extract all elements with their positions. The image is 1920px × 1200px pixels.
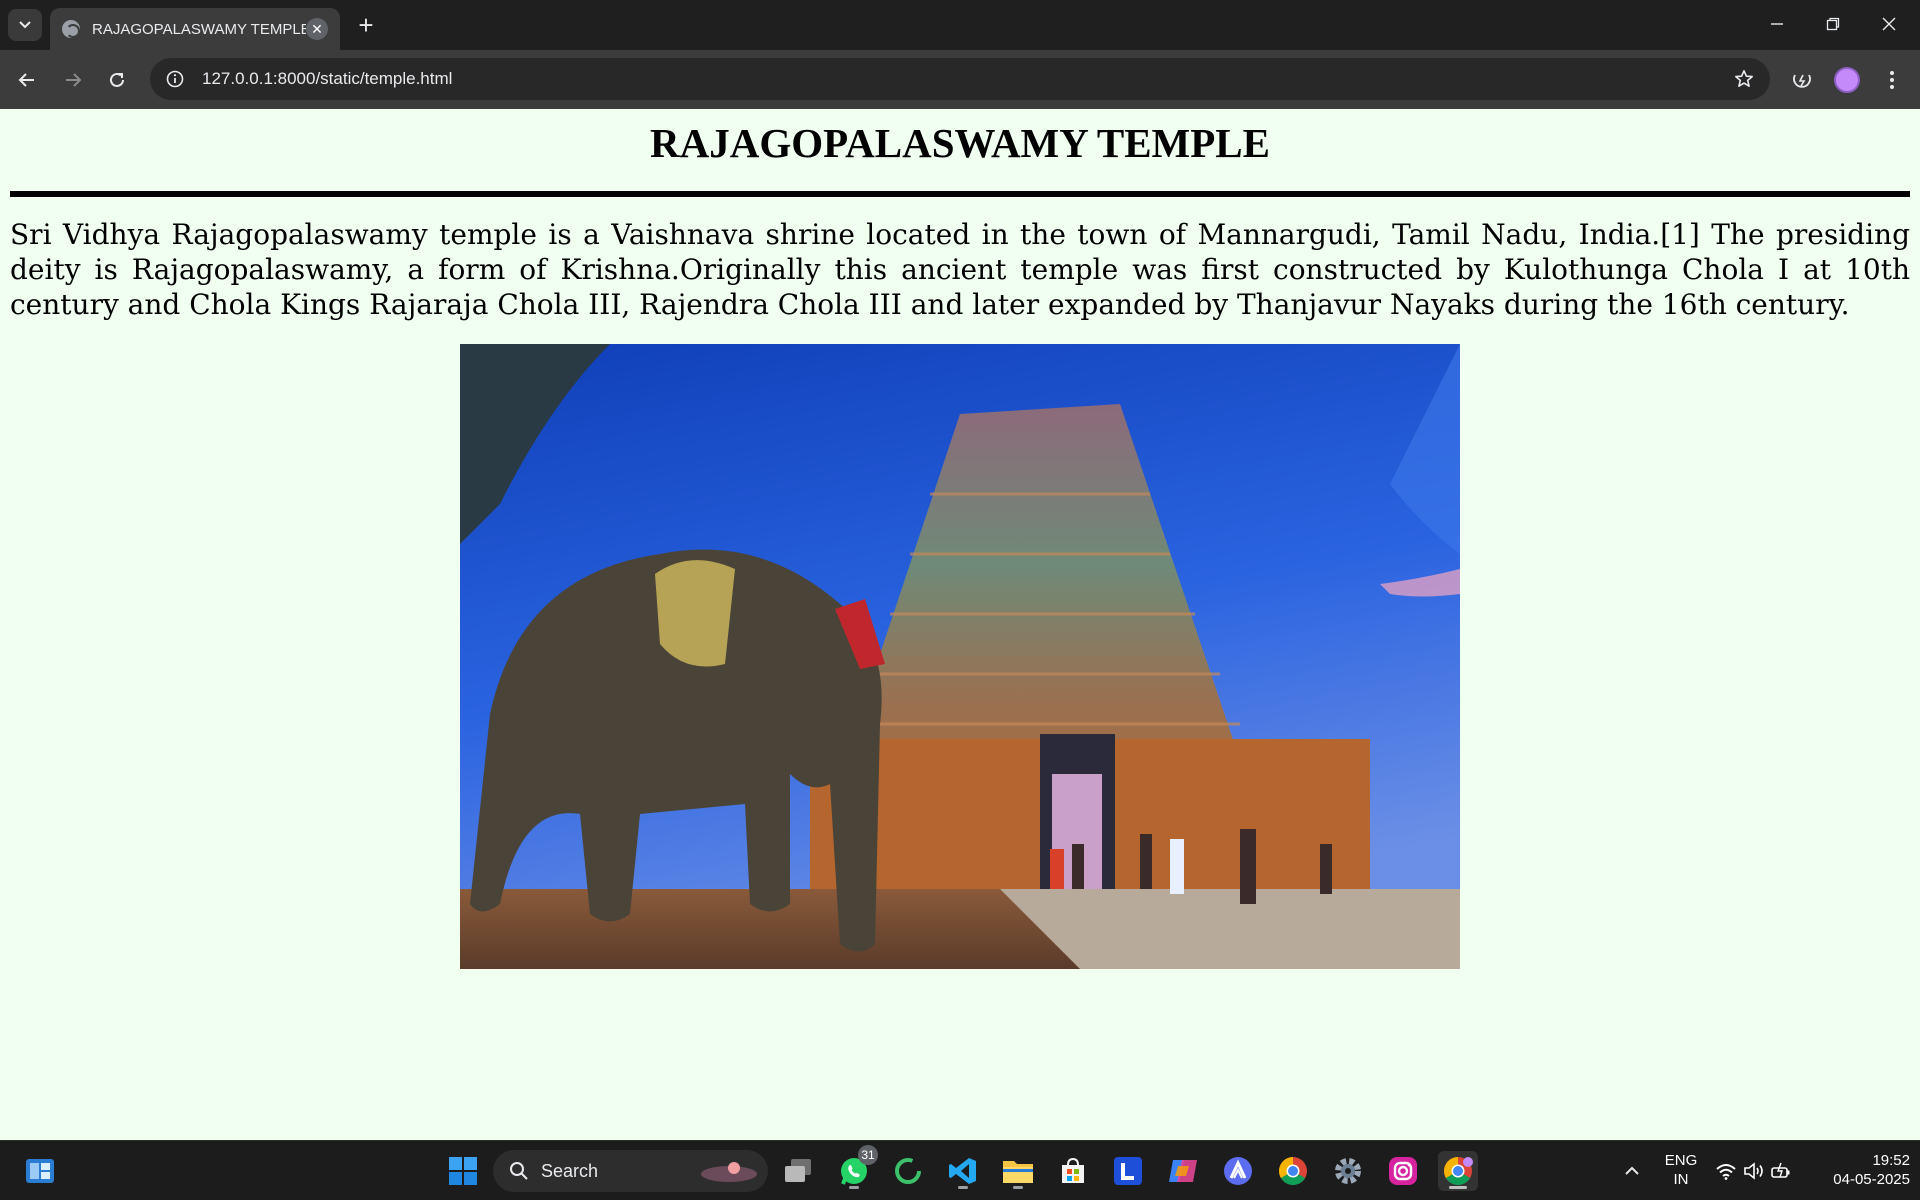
show-hidden-icons-button[interactable]	[1612, 1151, 1652, 1191]
avatar	[1834, 67, 1860, 93]
volume-icon	[1744, 1162, 1763, 1180]
page-viewport: RAJAGOPALASWAMY TEMPLE Sri Vidhya Rajago…	[0, 109, 1920, 1140]
running-indicator	[1013, 1186, 1023, 1189]
chrome-button[interactable]	[1273, 1151, 1313, 1191]
arrow-left-icon	[18, 73, 34, 87]
bookmark-button[interactable]	[1726, 61, 1762, 97]
restore-icon	[1826, 17, 1840, 31]
chevron-down-icon	[19, 21, 31, 29]
minimize-icon	[1771, 23, 1783, 25]
browser-tab-active[interactable]: RAJAGOPALASWAMY TEMPLE ✕	[50, 8, 340, 50]
loop-icon	[895, 1158, 921, 1184]
triangle-app-icon	[1224, 1157, 1252, 1185]
globe-icon	[62, 20, 80, 38]
language-indicator[interactable]: ENG IN	[1656, 1151, 1706, 1189]
vscode-button[interactable]	[943, 1151, 983, 1191]
close-icon	[1882, 17, 1896, 31]
copilot-button[interactable]	[1163, 1151, 1203, 1191]
profile-button[interactable]	[1829, 62, 1865, 98]
task-view-button[interactable]	[778, 1151, 818, 1191]
close-tab-button[interactable]: ✕	[306, 18, 328, 40]
address-bar[interactable]: 127.0.0.1:8000/static/temple.html	[150, 58, 1770, 100]
browser-menu-button[interactable]	[1874, 62, 1910, 98]
taskbar-search[interactable]: Search	[493, 1150, 768, 1192]
letter-l-icon	[1114, 1157, 1142, 1185]
browser-toolbar: 127.0.0.1:8000/static/temple.html	[0, 50, 1920, 109]
app-l-button[interactable]	[1108, 1151, 1148, 1191]
performance-button[interactable]	[1784, 62, 1820, 98]
chrome-icon	[1279, 1157, 1307, 1185]
restore-button[interactable]	[1805, 0, 1861, 48]
widgets-icon	[26, 1159, 54, 1183]
clock-time: 19:52	[1872, 1152, 1910, 1169]
url-text[interactable]: 127.0.0.1:8000/static/temple.html	[202, 69, 1726, 89]
task-view-icon	[785, 1159, 811, 1182]
region-code: IN	[1673, 1171, 1689, 1188]
settings-button[interactable]	[1328, 1151, 1368, 1191]
browser-tab-strip: RAJAGOPALASWAMY TEMPLE ✕ +	[0, 0, 1920, 50]
store-button[interactable]	[1053, 1151, 1093, 1191]
info-icon	[166, 70, 184, 88]
intro-paragraph: Sri Vidhya Rajagopalaswamy temple is a V…	[10, 218, 1910, 321]
battery-icon	[1771, 1162, 1790, 1178]
chevron-up-icon	[1625, 1166, 1639, 1175]
wifi-icon	[1716, 1164, 1736, 1180]
tab-search-button[interactable]	[8, 9, 42, 41]
chrome-icon	[1444, 1157, 1473, 1185]
windows-icon	[449, 1157, 477, 1185]
reload-button[interactable]	[99, 62, 135, 98]
temple-photo	[460, 344, 1460, 969]
speedometer-icon	[1793, 74, 1811, 88]
instagram-icon	[1389, 1157, 1417, 1185]
page-title: RAJAGOPALASWAMY TEMPLE	[650, 120, 1270, 166]
back-button[interactable]	[9, 62, 45, 98]
gear-icon	[1335, 1158, 1361, 1184]
clock-date: 04-05-2025	[1833, 1171, 1910, 1188]
running-indicator	[1449, 1186, 1467, 1189]
search-label: Search	[541, 1160, 599, 1181]
search-highlight-icon	[701, 1162, 757, 1182]
instagram-button[interactable]	[1383, 1151, 1423, 1191]
store-icon	[1062, 1157, 1084, 1183]
chrome-profile-button[interactable]	[1438, 1151, 1478, 1191]
app-loop-button[interactable]	[888, 1151, 928, 1191]
language-code: ENG	[1664, 1152, 1698, 1169]
site-info-button[interactable]	[160, 64, 190, 94]
reload-icon	[110, 72, 124, 87]
tab-title: RAJAGOPALASWAMY TEMPLE	[92, 20, 306, 38]
clock[interactable]: 19:52 04-05-2025	[1810, 1151, 1910, 1189]
taskbar: Search 31 ENG IN 19:52 04-05-2025	[0, 1140, 1920, 1200]
more-vertical-icon	[1890, 71, 1894, 89]
forward-button[interactable]	[55, 62, 91, 98]
running-indicator	[958, 1186, 968, 1189]
new-tab-button[interactable]: +	[350, 9, 382, 41]
start-button[interactable]	[443, 1151, 483, 1191]
search-icon	[510, 1162, 528, 1180]
file-explorer-button[interactable]	[998, 1151, 1038, 1191]
star-icon	[1735, 70, 1753, 87]
copilot-icon	[1169, 1160, 1197, 1182]
notification-badge: 31	[858, 1145, 878, 1165]
close-window-button[interactable]	[1861, 0, 1917, 48]
folder-icon	[1003, 1161, 1033, 1183]
widgets-button[interactable]	[20, 1151, 60, 1191]
vscode-icon	[949, 1158, 976, 1184]
app-arc-button[interactable]	[1218, 1151, 1258, 1191]
arrow-right-icon	[66, 73, 82, 87]
whatsapp-button[interactable]: 31	[834, 1145, 878, 1191]
quick-settings-button[interactable]	[1714, 1151, 1794, 1191]
running-indicator	[849, 1186, 859, 1189]
horizontal-rule	[10, 191, 1910, 197]
minimize-button[interactable]	[1749, 0, 1805, 48]
